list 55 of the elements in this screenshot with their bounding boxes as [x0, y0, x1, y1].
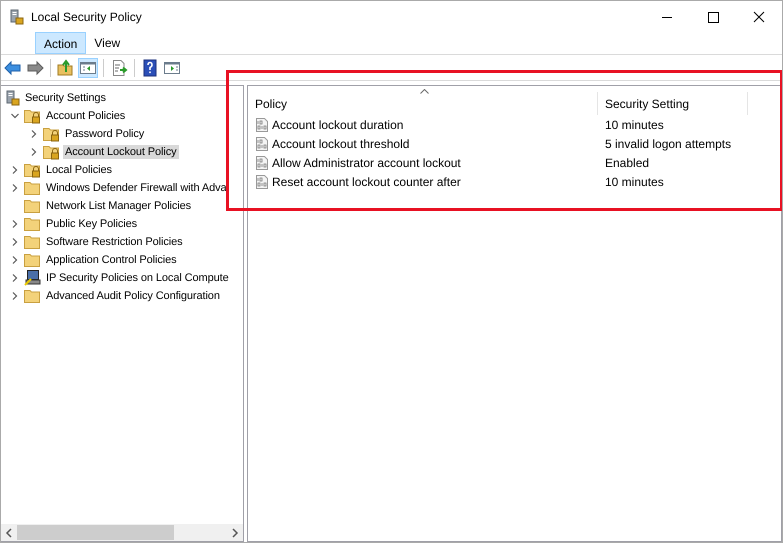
tree-item[interactable]: Network List Manager Policies	[44, 199, 194, 213]
tree-item[interactable]: Password Policy	[63, 127, 146, 141]
binary-policy-icon	[255, 174, 269, 188]
folder-icon	[24, 288, 42, 304]
expand-chevron-icon[interactable]	[10, 292, 18, 300]
policy-setting: Enabled	[604, 156, 650, 170]
scrollbar-thumb[interactable]	[17, 525, 174, 540]
column-header[interactable]: Policy	[248, 92, 598, 115]
policy-name: Allow Administrator account lockout	[272, 156, 461, 170]
locked-folder-icon	[43, 126, 61, 142]
folder-icon	[24, 198, 42, 214]
folder-icon	[24, 234, 42, 250]
server-lock-icon	[9, 8, 25, 24]
folder-icon	[24, 252, 42, 268]
tree-pane-icon[interactable]	[78, 58, 98, 78]
tree-item[interactable]: Public Key Policies	[44, 217, 140, 231]
window-title: Local Security Policy	[31, 10, 142, 24]
tree-item[interactable]: IP Security Policies on Local Compute	[44, 271, 231, 285]
computer-key-icon	[24, 270, 42, 286]
policy-setting: 5 invalid logon attempts	[604, 136, 732, 150]
binary-policy-icon	[255, 118, 269, 132]
folder-icon	[24, 216, 42, 232]
tree-item[interactable]: Security Settings	[23, 91, 108, 105]
locked-folder-icon	[24, 108, 42, 124]
server-lock-icon	[5, 90, 21, 106]
policy-name: Reset account lockout counter after	[272, 174, 461, 188]
binary-policy-icon	[255, 136, 269, 150]
tree-item[interactable]: Account Policies	[44, 109, 128, 123]
tree-item[interactable]: Application Control Policies	[44, 253, 178, 267]
expand-chevron-icon[interactable]	[10, 256, 18, 264]
tree-item[interactable]: Software Restriction Policies	[44, 235, 184, 249]
sort-caret-icon	[420, 89, 429, 94]
folder-icon	[24, 180, 42, 196]
menu-item[interactable]: View	[86, 32, 128, 54]
tree-item[interactable]: Account Lockout Policy	[63, 145, 179, 159]
expand-chevron-icon[interactable]	[10, 220, 18, 228]
policy-name: Account lockout threshold	[272, 136, 410, 150]
expand-chevron-icon[interactable]	[10, 274, 18, 282]
expand-chevron-icon[interactable]	[10, 166, 18, 174]
tree-item[interactable]: Windows Defender Firewall with Adva	[44, 181, 229, 195]
tree-item[interactable]: Advanced Audit Policy Configuration	[44, 289, 222, 303]
expand-chevron-icon[interactable]	[30, 148, 38, 156]
expand-chevron-icon[interactable]	[10, 184, 18, 192]
policy-setting: 10 minutes	[604, 174, 665, 188]
tree-item[interactable]: Local Policies	[44, 163, 114, 177]
menu-item[interactable]: Action	[35, 32, 86, 54]
collapse-chevron-icon[interactable]	[10, 112, 18, 120]
binary-policy-icon	[255, 156, 269, 170]
expand-chevron-icon[interactable]	[30, 130, 38, 138]
column-header[interactable]: Security Setting	[598, 92, 748, 115]
locked-folder-icon	[24, 162, 42, 178]
locked-folder-icon	[43, 144, 61, 160]
policy-name: Account lockout duration	[272, 118, 404, 132]
policy-setting: 10 minutes	[604, 118, 665, 132]
expand-chevron-icon[interactable]	[10, 238, 18, 246]
